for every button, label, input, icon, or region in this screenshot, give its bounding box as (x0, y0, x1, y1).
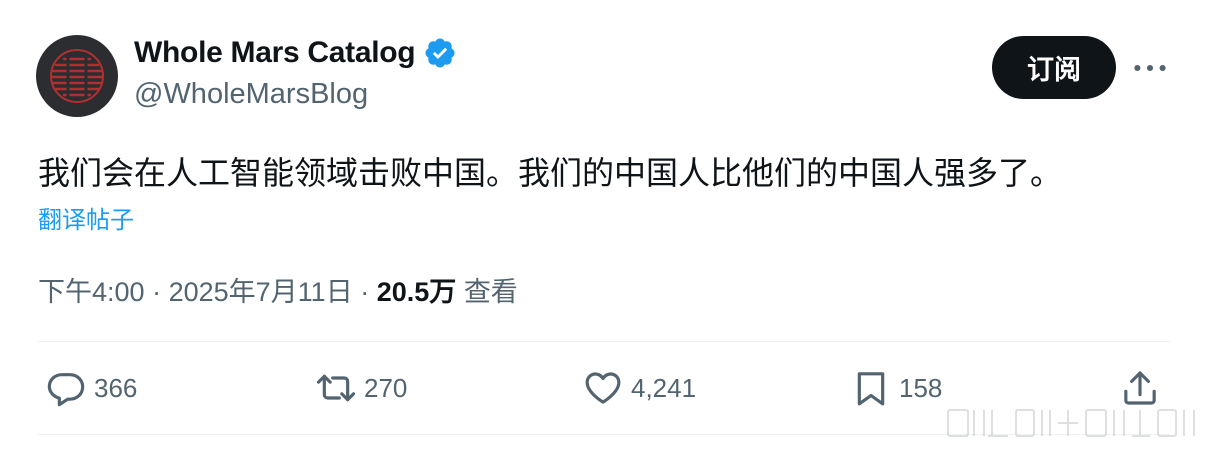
like-count: 4,241 (631, 372, 697, 403)
avatar[interactable] (36, 35, 118, 117)
bookmark-button[interactable]: 158 (851, 368, 942, 408)
meta-separator: · (360, 277, 370, 307)
tweet-meta: 下午4:00 · 2025年7月11日 · 20.5万 查看 (38, 270, 518, 309)
bookmark-icon (857, 372, 885, 406)
reply-count: 366 (94, 372, 138, 403)
tweet-card: Whole Mars Catalog @WholeMarsBlog 订阅 我们会… (0, 0, 1212, 454)
tweet-time[interactable]: 下午4:00 (38, 277, 145, 307)
more-options-button[interactable] (1130, 50, 1170, 86)
avatar-logo (50, 49, 104, 103)
reply-button[interactable]: 366 (46, 368, 137, 408)
divider (38, 341, 1170, 342)
views-count: 20.5万 (376, 277, 457, 307)
author-display-name[interactable]: Whole Mars Catalog (134, 36, 416, 70)
verified-badge-icon (423, 36, 457, 70)
retweet-count: 270 (364, 372, 408, 403)
like-button[interactable]: 4,241 (583, 368, 696, 408)
bookmark-count: 158 (899, 372, 943, 403)
translate-post-link[interactable]: 翻译帖子 (38, 200, 134, 235)
more-horizontal-icon (1134, 64, 1166, 72)
watermark-icon (947, 409, 1195, 437)
views-label: 查看 (463, 277, 518, 307)
tweet-text: 我们会在人工智能领域击败中国。我们的中国人比他们的中国人强多了。 (38, 155, 1063, 191)
retweet-button[interactable]: 270 (316, 368, 407, 408)
author-name-row: Whole Mars Catalog (134, 36, 457, 70)
subscribe-button[interactable]: 订阅 (992, 36, 1116, 99)
reply-icon (47, 373, 85, 407)
retweet-icon (316, 374, 356, 402)
heart-icon (585, 372, 621, 404)
author-handle[interactable]: @WholeMarsBlog (134, 78, 368, 111)
meta-separator: · (152, 277, 162, 307)
tweet-date[interactable]: 2025年7月11日 (169, 277, 353, 307)
